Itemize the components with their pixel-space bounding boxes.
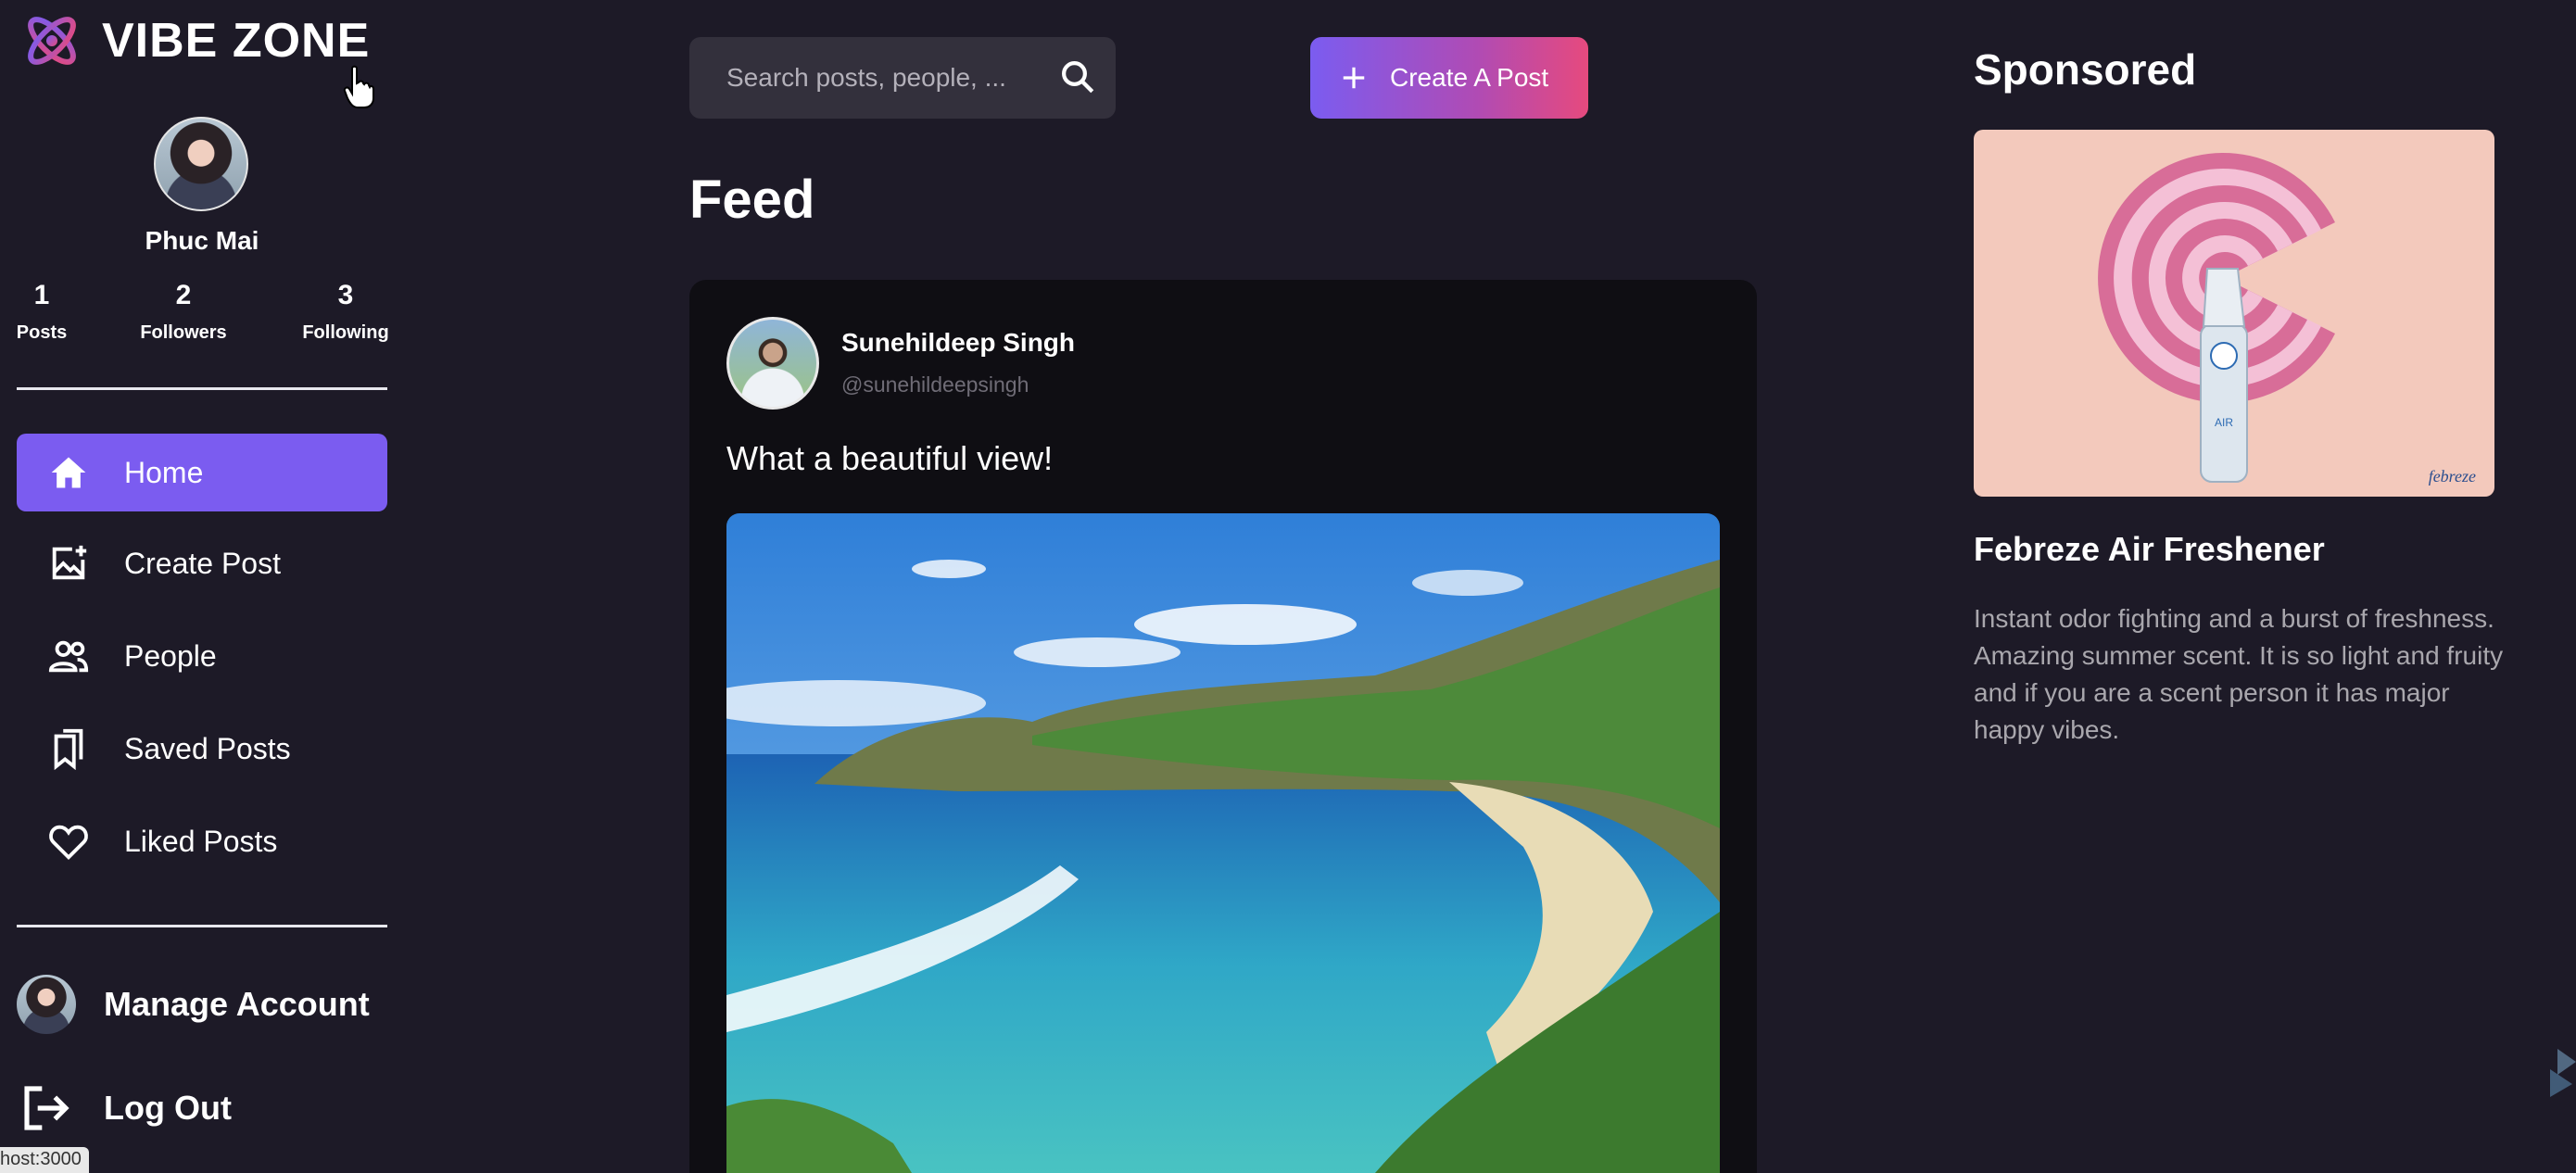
author-handle: @sunehildeepsingh — [841, 372, 1029, 397]
heart-icon — [46, 819, 91, 864]
profile-stats: 1 Posts 2 Followers 3 Following — [0, 280, 404, 345]
create-post-button[interactable]: Create A Post — [1310, 37, 1588, 119]
post-image[interactable] — [726, 513, 1720, 1173]
post-card: Sunehildeep Singh @sunehildeepsingh What… — [689, 280, 1757, 1173]
manage-account-label: Manage Account — [104, 985, 370, 1023]
sidebar-item-label: Liked Posts — [124, 824, 278, 858]
sidebar-item-people[interactable]: People — [17, 617, 387, 695]
profile-name: Phuc Mai — [145, 226, 259, 255]
ad-brand: febreze — [2429, 467, 2476, 486]
sidebar-item-create-post[interactable]: Create Post — [17, 524, 387, 602]
search-icon[interactable] — [1058, 57, 1097, 96]
stat-following[interactable]: 3 Following — [297, 280, 395, 344]
author-name[interactable]: Sunehildeep Singh — [841, 328, 1075, 358]
app-name: VIBE ZONE — [102, 14, 371, 68]
hand-cursor-icon — [343, 65, 374, 108]
search-input[interactable]: Search posts, people, ... — [689, 37, 1116, 119]
stat-value: 3 — [337, 280, 354, 310]
stat-value: 1 — [33, 280, 50, 310]
sidebar-item-label: Home — [124, 455, 204, 489]
stat-posts[interactable]: 1 Posts — [9, 280, 74, 344]
plus-icon — [1343, 67, 1365, 89]
profile-avatar[interactable] — [154, 117, 248, 211]
sidebar-item-home[interactable]: Home — [17, 434, 387, 511]
add-image-icon — [46, 541, 91, 586]
sidebar-item-liked-posts[interactable]: Liked Posts — [17, 802, 387, 880]
ad-product-label: AIR — [2215, 416, 2233, 429]
manage-account-button[interactable]: Manage Account — [17, 975, 370, 1034]
logout-label: Log Out — [104, 1089, 232, 1127]
author-avatar[interactable] — [726, 317, 819, 410]
ad-image[interactable]: AIR febreze — [1974, 130, 2494, 497]
people-icon — [46, 634, 91, 678]
atom-logo-icon — [28, 17, 76, 65]
sponsored-title: Sponsored — [1974, 45, 2197, 94]
bookmark-icon — [46, 726, 91, 771]
stat-followers[interactable]: 2 Followers — [137, 280, 230, 344]
sidebar-divider — [17, 925, 387, 927]
home-icon — [46, 450, 91, 495]
page-title: Feed — [689, 170, 815, 230]
browser-status-url: host:3000 — [0, 1147, 89, 1173]
logout-icon — [17, 1078, 76, 1138]
ad-name[interactable]: Febreze Air Freshener — [1974, 530, 2325, 569]
sidebar-divider — [17, 387, 387, 390]
search-placeholder: Search posts, people, ... — [726, 63, 1006, 92]
stat-label: Followers — [140, 322, 227, 343]
sidebar-item-saved-posts[interactable]: Saved Posts — [17, 710, 387, 788]
app-logo[interactable]: VIBE ZONE — [19, 7, 370, 74]
sidebar-item-label: Create Post — [124, 546, 281, 580]
edge-watermark-icon — [2550, 1049, 2576, 1097]
avatar — [17, 975, 76, 1034]
stat-label: Posts — [16, 322, 68, 343]
create-post-label: Create A Post — [1390, 63, 1549, 92]
sidebar-item-label: Saved Posts — [124, 731, 291, 765]
post-text: What a beautiful view! — [726, 439, 1054, 477]
stat-label: Following — [302, 322, 389, 343]
logout-button[interactable]: Log Out — [17, 1078, 232, 1138]
sidebar-item-label: People — [124, 638, 217, 673]
stat-value: 2 — [175, 280, 192, 310]
sidebar: VIBE ZONE Phuc Mai 1 Posts 2 Followers 3… — [0, 0, 398, 1173]
ad-description: Instant odor fighting and a burst of fre… — [1974, 604, 2504, 744]
